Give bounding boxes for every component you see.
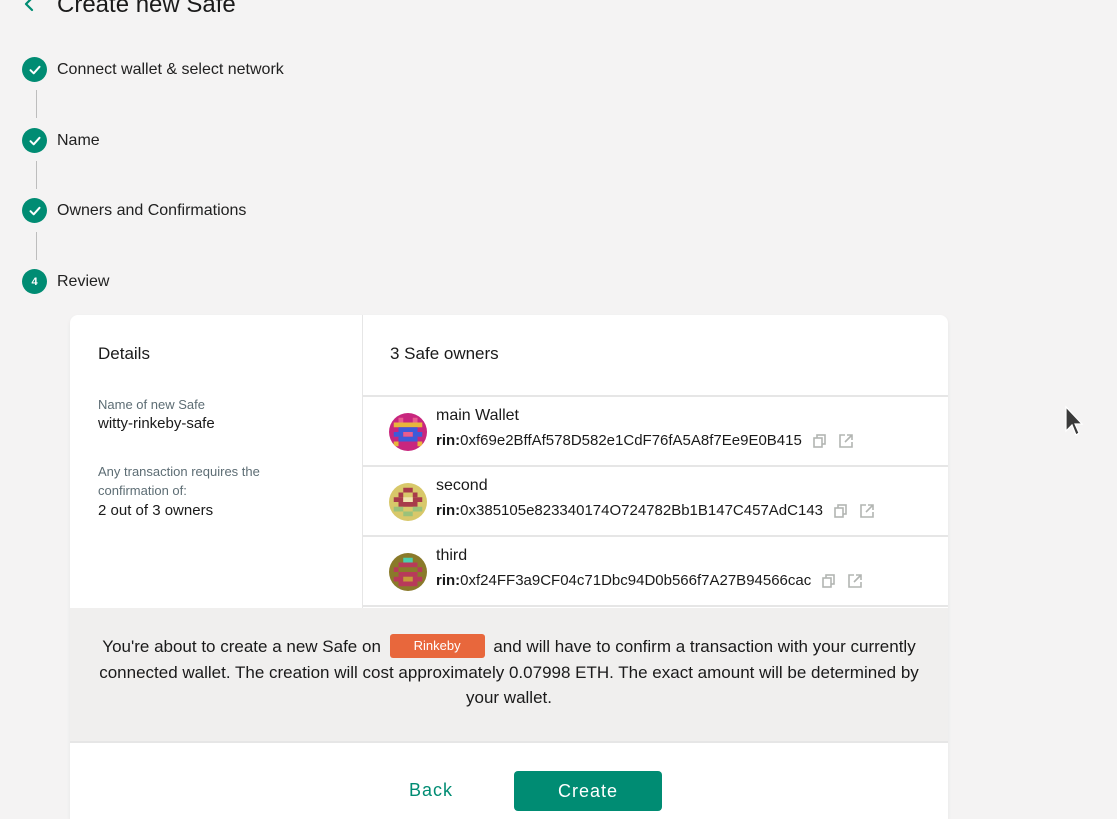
step-connector bbox=[36, 90, 37, 118]
creation-info-panel: You're about to create a new Safe on Rin… bbox=[70, 608, 948, 743]
step-complete-icon bbox=[22, 57, 47, 82]
creation-info-text: You're about to create a new Safe on Rin… bbox=[95, 634, 923, 711]
safe-name-label: Name of new Safe bbox=[98, 397, 205, 412]
network-prefix: rin: bbox=[436, 572, 461, 589]
identicon-avatar bbox=[389, 553, 427, 591]
step-connector bbox=[36, 232, 37, 260]
step-complete-icon bbox=[22, 128, 47, 153]
details-heading: Details bbox=[98, 344, 150, 363]
network-prefix: rin: bbox=[436, 432, 461, 449]
network-badge: Rinkeby bbox=[389, 634, 485, 658]
owner-address: rin: 0x385105e823340174O724782Bb1B147C457… bbox=[436, 502, 875, 519]
network-prefix: rin: bbox=[436, 502, 461, 519]
external-link-icon[interactable] bbox=[859, 503, 875, 519]
copy-icon[interactable] bbox=[833, 503, 849, 519]
back-button[interactable]: Back bbox=[392, 770, 470, 810]
identicon-avatar bbox=[389, 413, 427, 451]
step-name: Name bbox=[22, 128, 100, 153]
threshold-label: Any transaction requires the confirmatio… bbox=[98, 464, 260, 498]
address-text: 0xf24FF3a9CF04c71Dbc94D0b566f7A27B94566c… bbox=[460, 572, 812, 589]
step-label: Name bbox=[57, 131, 100, 149]
owner-name: second bbox=[436, 477, 488, 494]
owner-row: third rin: 0xf24FF3a9CF04c71Dbc94D0b566f7… bbox=[363, 537, 948, 607]
step-label: Review bbox=[57, 272, 110, 290]
step-label: Connect wallet & select network bbox=[57, 60, 284, 78]
step-review: 4 Review bbox=[22, 269, 109, 294]
info-text-before: You're about to create a new Safe on bbox=[102, 637, 381, 656]
details-panel: Details Name of new Safe witty-rinkeby-s… bbox=[70, 315, 363, 608]
owner-name: third bbox=[436, 547, 468, 564]
step-complete-icon bbox=[22, 198, 47, 223]
step-label: Owners and Confirmations bbox=[57, 201, 247, 219]
page-title: Create new Safe bbox=[57, 0, 236, 18]
safe-name-value: witty-rinkeby-safe bbox=[98, 415, 215, 432]
mouse-cursor-icon bbox=[1065, 405, 1084, 436]
owner-name: main Wallet bbox=[436, 407, 519, 424]
copy-icon[interactable] bbox=[812, 433, 828, 449]
step-connector bbox=[36, 161, 37, 189]
threshold-value: 2 out of 3 owners bbox=[98, 502, 214, 519]
create-button[interactable]: Create bbox=[514, 771, 662, 811]
step-connect-wallet: Connect wallet & select network bbox=[22, 57, 284, 82]
address-text: 0x385105e823340174O724782Bb1B147C457AdC1… bbox=[460, 502, 823, 519]
owners-panel: 3 Safe owners main Wallet rin: 0xf69e2Bff… bbox=[363, 315, 948, 608]
owner-row: second rin: 0x385105e823340174O724782Bb1B… bbox=[363, 467, 948, 537]
step-number: 4 bbox=[22, 269, 47, 294]
owner-address: rin: 0xf69e2BffAf578D582e1CdF76fA5A8f7Ee9… bbox=[436, 432, 854, 449]
review-card: Details Name of new Safe witty-rinkeby-s… bbox=[70, 315, 948, 819]
owner-address: rin: 0xf24FF3a9CF04c71Dbc94D0b566f7A27B94… bbox=[436, 572, 863, 589]
external-link-icon[interactable] bbox=[847, 573, 863, 589]
owner-row: main Wallet rin: 0xf69e2BffAf578D582e1CdF… bbox=[363, 397, 948, 467]
identicon-avatar bbox=[389, 483, 427, 521]
copy-icon[interactable] bbox=[821, 573, 837, 589]
owners-heading: 3 Safe owners bbox=[390, 344, 499, 363]
chevron-left-icon[interactable] bbox=[20, 0, 40, 14]
external-link-icon[interactable] bbox=[838, 433, 854, 449]
step-owners: Owners and Confirmations bbox=[22, 198, 246, 223]
address-text: 0xf69e2BffAf578D582e1CdF76fA5A8f7Ee9E0B4… bbox=[460, 432, 802, 449]
